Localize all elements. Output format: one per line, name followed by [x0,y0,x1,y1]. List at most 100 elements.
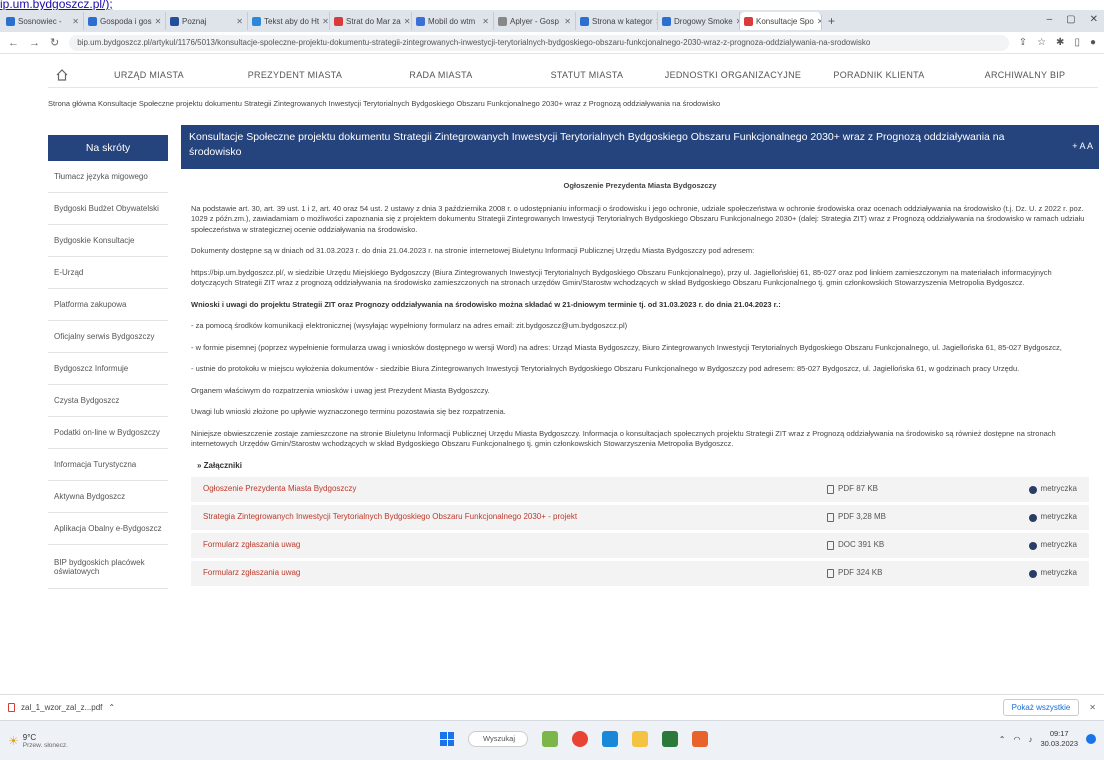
sidebar-item[interactable]: BIP bydgoskich placówek oświatowych [48,545,168,589]
top-link[interactable]: ip.um.bydgoszcz.pl/); [0,0,113,10]
attachment-size: DOC 391 KB [838,540,885,550]
close-icon[interactable]: ✕ [1090,14,1098,25]
sidebar-item[interactable]: Bydgoski Budżet Obywatelski [48,193,168,225]
store-app-icon[interactable] [662,731,678,747]
share-icon[interactable]: ⇪ [1019,37,1027,48]
chevron-up-icon[interactable]: ⌃ [999,735,1006,744]
notification-icon[interactable] [1086,734,1096,744]
tab-label: Tekst aby do Ht [264,16,320,26]
office-app-icon[interactable] [692,731,708,747]
sidebar-item[interactable]: Platforma zakupowa [48,289,168,321]
taskbar-search[interactable]: Wyszukaj [468,731,528,747]
extensions-icon[interactable]: ✱ [1056,37,1064,48]
close-icon[interactable]: ✕ [404,17,411,26]
browser-tab[interactable]: Sosnowiec - ✕ [2,12,84,30]
chrome-app-icon[interactable] [572,731,588,747]
profile-icon[interactable]: ● [1090,37,1096,48]
sidebar-item[interactable]: E-Urząd [48,257,168,289]
browser-tab[interactable]: Konsultacje Spo✕ [740,12,822,30]
nav-statut-miasta[interactable]: STATUT MIASTA [514,70,660,80]
attachment-link[interactable]: Ogłoszenie Prezydenta Miasta Bydgoszczy [203,484,827,495]
metryczka-link[interactable]: metryczka [997,568,1077,579]
browser-tab[interactable]: Mobil do wtm ✕ [412,12,494,30]
breadcrumb[interactable]: Strona główna Konsultacje Społeczne proj… [48,99,720,108]
sidebar-item[interactable]: Aktywna Bydgoszcz [48,481,168,513]
nav-rada-miasta[interactable]: RADA MIASTA [368,70,514,80]
close-icon[interactable]: ✕ [564,17,571,26]
sidepanel-icon[interactable]: ▯ [1074,37,1080,48]
sidebar-item[interactable]: Czysta Bydgoszcz [48,385,168,417]
chevron-up-icon[interactable]: ⌃ [108,703,115,712]
download-item[interactable]: zal_1_wzor_zal_z...pdf ⌃ [8,703,115,712]
metryczka-link[interactable]: metryczka [997,484,1077,495]
browser-tab[interactable]: Aplyer - Gosp ✕ [494,12,576,30]
reload-icon[interactable]: ↻ [50,36,59,49]
file-icon [827,513,834,522]
main-content: Konsultacje Społeczne projektu dokumentu… [181,125,1099,589]
sidebar-item[interactable]: Bydgoszcz Informuje [48,353,168,385]
forward-icon[interactable]: → [29,37,40,49]
paragraph: - za pomocą środków komunikacji elektron… [191,321,628,330]
home-icon[interactable] [48,68,76,82]
metryczka-link[interactable]: metryczka [997,540,1077,551]
attachments-heading[interactable]: » Załączniki [197,461,1089,472]
attachment-size: PDF 3,28 MB [838,512,887,522]
attachment-file[interactable]: PDF 3,28 MB [827,512,997,523]
close-icon[interactable]: ✕ [1089,703,1096,712]
sidebar-item[interactable]: Aplikacja Obalny e-Bydgoszcz [48,513,168,545]
file-icon [827,569,834,578]
weather-widget[interactable]: ☀ 9°C Przew. słonecz. [8,733,68,749]
attachment-link[interactable]: Formularz zgłaszania uwag [203,568,827,579]
nav-jednostki-organizacyjne[interactable]: JEDNOSTKI ORGANIZACYJNE [660,70,806,80]
sidebar-item[interactable]: Tłumacz języka migowego [48,161,168,193]
paragraph: - w formie pisemnej (poprzez wypełnienie… [191,342,1062,352]
wifi-icon[interactable]: ◠ [1013,735,1020,744]
font-size-controls[interactable]: + A A [1072,139,1093,154]
widgets-app-icon[interactable] [542,731,558,747]
sidebar-item[interactable]: Podatki on-line w Bydgoszczy [48,417,168,449]
close-icon[interactable]: ✕ [817,17,821,26]
nav-poradnik-klienta[interactable]: PORADNIK KLIENTA [806,70,952,80]
attachment-row: Formularz zgłaszania uwag DOC 391 KB metry… [191,533,1089,558]
browser-tab[interactable]: Strat do Mar za ✕ [330,12,412,30]
back-icon[interactable]: ← [8,37,19,49]
sidebar-item[interactable]: Informacja Turystyczna [48,449,168,481]
volume-icon[interactable]: ♪ [1028,735,1032,744]
windows-start-icon[interactable] [440,732,454,746]
close-icon[interactable]: ✕ [322,17,329,26]
bookmark-star-icon[interactable]: ☆ [1037,37,1046,48]
nav-urzad-miasta[interactable]: URZĄD MIASTA [76,70,222,80]
attachment-file[interactable]: PDF 87 KB [827,484,997,495]
edge-app-icon[interactable] [602,731,618,747]
tab-label: Aplyer - Gosp [510,16,559,26]
attachment-file[interactable]: DOC 391 KB [827,540,997,551]
close-icon[interactable]: ✕ [155,17,162,26]
url-field[interactable]: bip.um.bydgoszcz.pl/artykul/1176/5013/ko… [69,34,1009,51]
browser-tab[interactable]: Poznaj ✕ [166,12,248,30]
explorer-app-icon[interactable] [632,731,648,747]
weather-icon: ☀ [8,733,19,748]
close-icon[interactable]: ✕ [236,17,243,26]
pdf-file-icon [8,703,15,712]
nav-prezydent-miasta[interactable]: PREZYDENT MIASTA [222,70,368,80]
browser-tab[interactable]: Gospoda i gos ✕ [84,12,166,30]
sidebar-item[interactable]: Oficjalny serwis Bydgoszczy [48,321,168,353]
attachment-link[interactable]: Formularz zgłaszania uwag [203,540,827,551]
attachment-file[interactable]: PDF 324 KB [827,568,997,579]
close-icon[interactable]: ✕ [482,17,489,26]
browser-tab[interactable]: Drogowy Smoke✕ [658,12,740,30]
browser-tab[interactable]: Strona w kategor✕ [576,12,658,30]
nav-archiwalny-bip[interactable]: ARCHIWALNY BIP [952,70,1098,80]
new-tab-button[interactable]: + [828,14,835,28]
paragraph-with-link[interactable]: https://bip.um.bydgoszcz.pl/, w siedzibi… [191,268,1089,289]
clock[interactable]: 09:17 30.03.2023 [1040,729,1078,749]
maximize-icon[interactable]: ▢ [1066,14,1075,25]
show-all-downloads-button[interactable]: Pokaż wszystkie [1002,699,1080,716]
downloads-bar: zal_1_wzor_zal_z...pdf ⌃ Pokaż wszystkie… [0,694,1104,720]
sidebar-item[interactable]: Bydgoskie Konsultacje [48,225,168,257]
minimize-icon[interactable]: – [1047,14,1053,25]
close-icon[interactable]: ✕ [72,17,79,26]
browser-tab[interactable]: Tekst aby do Ht ✕ [248,12,330,30]
metryczka-link[interactable]: metryczka [997,512,1077,523]
attachment-link[interactable]: Strategia Zintegrowanych Inwestycji Tery… [203,512,827,523]
